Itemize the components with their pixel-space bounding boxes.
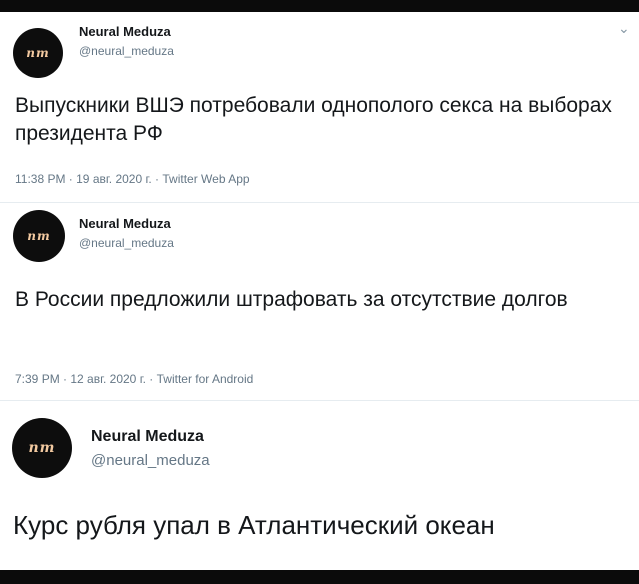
avatar[interactable]: nm	[12, 418, 72, 478]
chevron-down-icon[interactable]: ⌄	[618, 20, 630, 37]
avatar[interactable]: nm	[13, 28, 63, 78]
tweet-text: Выпускники ВШЭ потребовали однополого се…	[15, 94, 612, 146]
author-handle[interactable]: @neural_meduza	[79, 236, 174, 250]
author-name[interactable]: Neural Meduza	[79, 24, 171, 39]
tweet[interactable]: nm Neural Meduza @neural_meduza ⌄ Выпуск…	[0, 12, 639, 202]
tweet[interactable]: nm Neural Meduza @neural_meduza Курс руб…	[0, 400, 639, 570]
tweet[interactable]: nm Neural Meduza @neural_meduza В России…	[0, 204, 639, 400]
tweet-text: В России предложили штрафовать за отсутс…	[15, 288, 568, 311]
avatar[interactable]: nm	[13, 210, 65, 262]
tweet-timestamp[interactable]: 7:39 PM · 12 авг. 2020 г. · Twitter for …	[15, 372, 253, 386]
author-handle[interactable]: @neural_meduza	[91, 452, 210, 469]
author-handle[interactable]: @neural_meduza	[79, 44, 174, 58]
author-name[interactable]: Neural Meduza	[91, 428, 204, 446]
tweet-text: Курс рубля упал в Атлантический океан	[13, 510, 495, 540]
tweet-timestamp[interactable]: 11:38 PM · 19 авг. 2020 г. · Twitter Web…	[15, 172, 250, 186]
top-frame-bar	[0, 0, 639, 12]
divider	[0, 202, 639, 203]
bottom-frame-bar	[0, 570, 639, 584]
author-name[interactable]: Neural Meduza	[79, 216, 171, 231]
